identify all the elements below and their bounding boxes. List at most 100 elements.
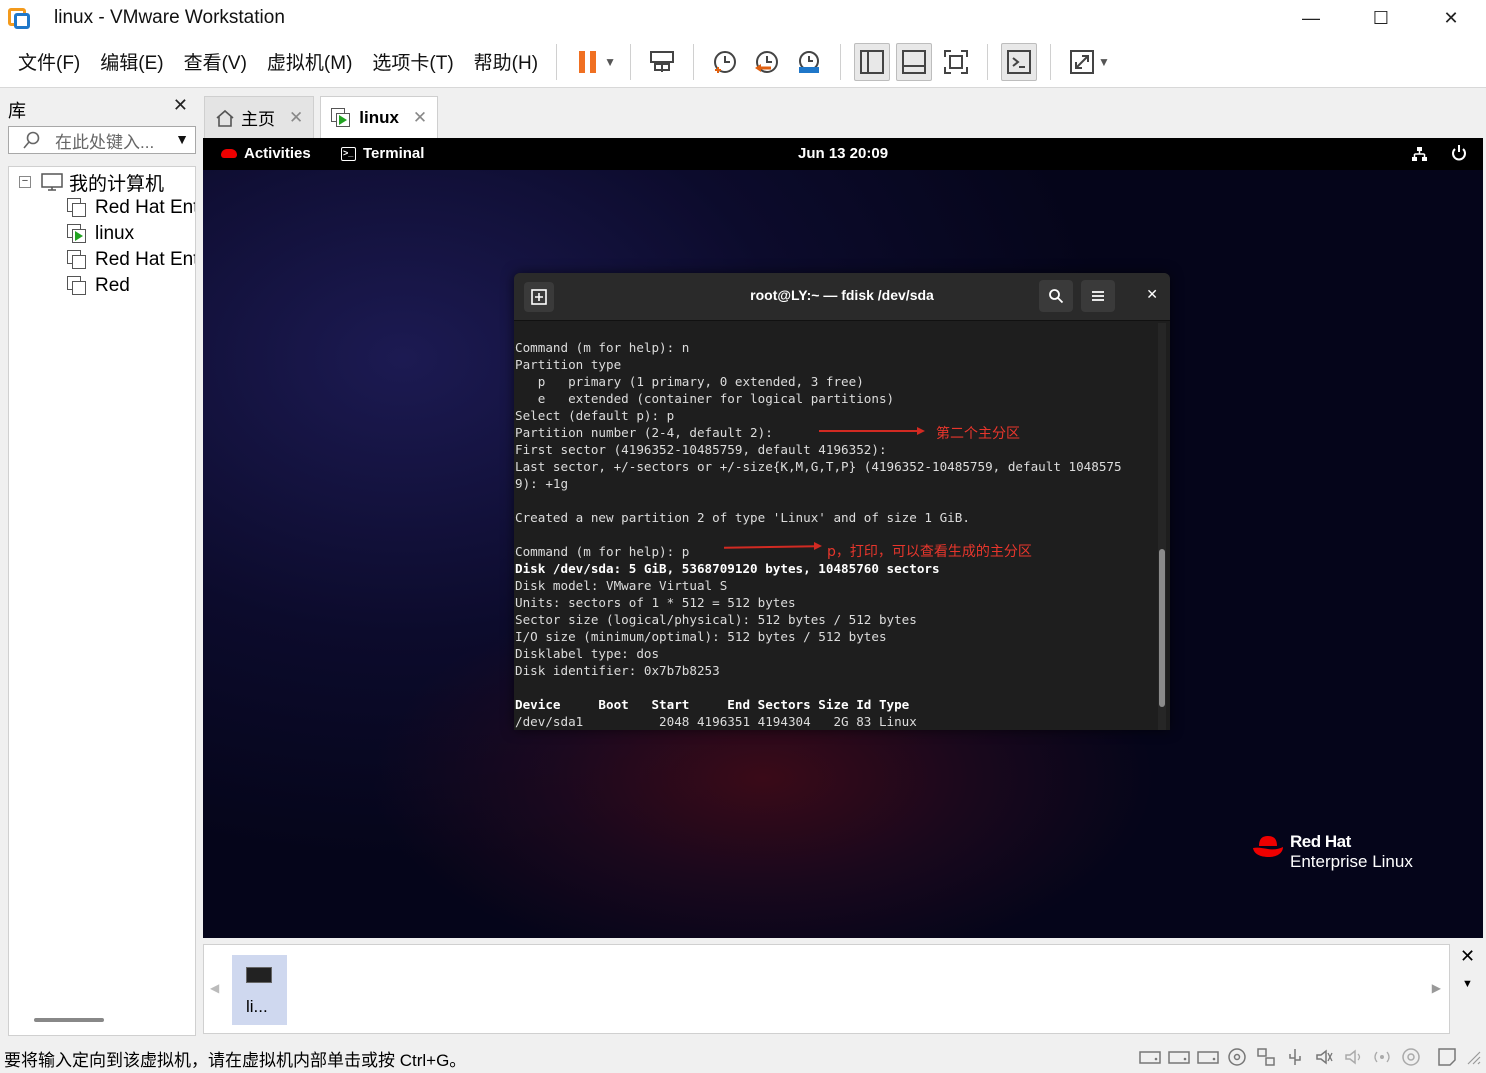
tab-linux[interactable]: linux ✕ — [320, 96, 439, 138]
vm-running-icon — [67, 224, 87, 244]
tree-item-vm[interactable]: Red Hat Ent — [67, 247, 196, 273]
close-button[interactable]: ✕ — [1416, 0, 1486, 36]
hdd-icon[interactable] — [1138, 1046, 1162, 1068]
cdrom-icon[interactable] — [1225, 1046, 1249, 1068]
redhat-logo-icon — [1253, 836, 1283, 857]
terminal-line: Partition type — [515, 357, 622, 372]
tree-item-vm[interactable]: Red — [67, 273, 130, 299]
terminal-line: Disk /dev/sda: 5 GiB, 5368709120 bytes, … — [515, 561, 940, 576]
menu-edit[interactable]: 编辑(E) — [100, 48, 163, 75]
terminal-line: Disk identifier: 0x7b7b8253 — [515, 663, 720, 678]
scrollbar-thumb[interactable] — [1159, 549, 1165, 707]
vm-display[interactable]: Activities >_ Terminal Jun 13 20:09 root… — [203, 138, 1483, 938]
thumbnail-bar: ◀ li... ▶ — [203, 944, 1450, 1034]
search-icon[interactable] — [1039, 280, 1073, 312]
vm-thumbnail-linux[interactable]: li... — [232, 955, 287, 1025]
annotation-arrow-head — [917, 427, 925, 435]
close-icon[interactable]: ✕ — [289, 108, 303, 128]
home-icon — [216, 109, 234, 127]
vm-icon — [67, 198, 87, 218]
vm-icon — [67, 250, 87, 270]
network-icon[interactable] — [1411, 146, 1427, 166]
terminal-line: Select (default p): p — [515, 408, 675, 423]
console-view-icon[interactable] — [1000, 42, 1037, 81]
terminal-line: Device Boot Start End Sectors Size Id Ty… — [515, 697, 910, 712]
wireless-icon[interactable] — [1370, 1046, 1394, 1068]
send-ctrl-alt-del-icon[interactable] — [644, 43, 680, 81]
clock[interactable]: Jun 13 20:09 — [798, 145, 888, 162]
library-close-button[interactable]: ✕ — [173, 95, 188, 116]
menu-vm[interactable]: 虚拟机(M) — [267, 48, 352, 75]
tree-root-my-computer[interactable]: − 我的计算机 — [19, 169, 164, 195]
minimize-button[interactable]: — — [1276, 0, 1346, 36]
terminal-line: First sector (4196352-10485759, default … — [515, 442, 887, 457]
terminal-line: Last sector, +/-sectors or +/-size{K,M,G… — [515, 459, 1122, 474]
collapse-icon[interactable]: − — [19, 176, 31, 188]
hdd-icon[interactable] — [1167, 1046, 1191, 1068]
search-icon — [23, 131, 40, 149]
library-search-input[interactable]: 在此处键入... ▼ — [8, 126, 196, 154]
maximize-button[interactable]: ☐ — [1346, 0, 1416, 36]
thumbnail-bar-close-icon[interactable]: ✕ — [1460, 946, 1475, 967]
terminal-line: I/O size (minimum/optimal): 512 bytes / … — [515, 629, 887, 644]
menu-help[interactable]: 帮助(H) — [474, 48, 538, 75]
activities-button[interactable]: Activities — [221, 145, 311, 162]
terminal-line: Command (m for help): n — [515, 340, 690, 355]
message-icon[interactable] — [1435, 1046, 1459, 1068]
terminal-header: root@LY:~ — fdisk /dev/sda ✕ — [514, 273, 1170, 321]
pause-icon[interactable] — [570, 43, 606, 81]
toolbar-separator — [1049, 43, 1051, 80]
stretch-dropdown-icon[interactable]: ▼ — [1098, 55, 1110, 69]
tree-item-label: Red Hat Ent — [95, 249, 196, 270]
tree-root-label: 我的计算机 — [69, 173, 165, 195]
fullscreen-icon[interactable] — [938, 43, 974, 81]
printer-icon[interactable] — [1399, 1046, 1423, 1068]
tab-label: linux — [359, 107, 399, 127]
menu-tabs[interactable]: 选项卡(T) — [372, 48, 453, 75]
chevron-down-icon[interactable]: ▼ — [175, 131, 189, 147]
snapshot-manager-icon[interactable] — [791, 43, 827, 81]
activities-label: Activities — [244, 145, 311, 162]
tree-item-vm-linux[interactable]: linux — [67, 221, 134, 247]
thumbnail-bar-dropdown-icon[interactable]: ▼ — [1462, 978, 1473, 990]
hdd-icon[interactable] — [1196, 1046, 1220, 1068]
resize-grip-icon[interactable] — [1464, 1046, 1482, 1068]
status-message: 要将输入定向到该虚拟机，请在虚拟机内部单击或按 Ctrl+G。 — [4, 1051, 467, 1070]
scroll-left-icon[interactable]: ◀ — [210, 981, 219, 995]
menu-file[interactable]: 文件(F) — [18, 48, 80, 75]
vm-thumbnail-preview — [246, 967, 272, 983]
stretch-icon[interactable] — [1064, 43, 1100, 81]
library-header: 库 ✕ — [0, 91, 198, 123]
network-icon[interactable] — [1254, 1046, 1278, 1068]
pause-dropdown-icon[interactable]: ▼ — [604, 55, 616, 69]
power-icon[interactable] — [1451, 144, 1467, 166]
thumbnail-view-icon[interactable] — [895, 42, 932, 81]
library-title: 库 — [8, 101, 26, 121]
toolbar-separator — [692, 43, 694, 80]
terminal-line: Disklabel type: dos — [515, 646, 660, 661]
terminal-scrollbar[interactable] — [1158, 323, 1166, 730]
snapshot-take-icon[interactable] — [707, 43, 743, 81]
hamburger-menu-icon[interactable] — [1081, 280, 1115, 312]
close-icon[interactable]: ✕ — [413, 108, 427, 128]
sound-icon[interactable] — [1312, 1046, 1336, 1068]
scroll-right-icon[interactable]: ▶ — [1432, 981, 1441, 995]
tab-home[interactable]: 主页 ✕ — [204, 96, 315, 138]
terminal-line: Created a new partition 2 of type 'Linux… — [515, 510, 970, 525]
app-menu-terminal[interactable]: >_ Terminal — [341, 145, 424, 162]
toolbar-separator — [839, 43, 841, 80]
snapshot-revert-icon[interactable] — [749, 43, 785, 81]
usb-icon[interactable] — [1283, 1046, 1307, 1068]
terminal-output[interactable]: Command (m for help): n Partition type p … — [515, 339, 1155, 730]
sound-muted-icon[interactable] — [1341, 1046, 1365, 1068]
tree-item-vm[interactable]: Red Hat Ent — [67, 195, 195, 221]
terminal-close-icon[interactable]: ✕ — [1146, 286, 1158, 303]
toolbar-separator — [986, 43, 988, 80]
terminal-window[interactable]: root@LY:~ — fdisk /dev/sda ✕ Command (m … — [514, 273, 1170, 730]
library-scrollbar[interactable] — [34, 1018, 104, 1022]
library-view-icon[interactable] — [853, 42, 890, 81]
tree-item-label: linux — [95, 223, 135, 244]
toolbar-separator — [629, 43, 631, 80]
menu-view[interactable]: 查看(V) — [184, 48, 247, 75]
app-label: Terminal — [363, 145, 425, 162]
